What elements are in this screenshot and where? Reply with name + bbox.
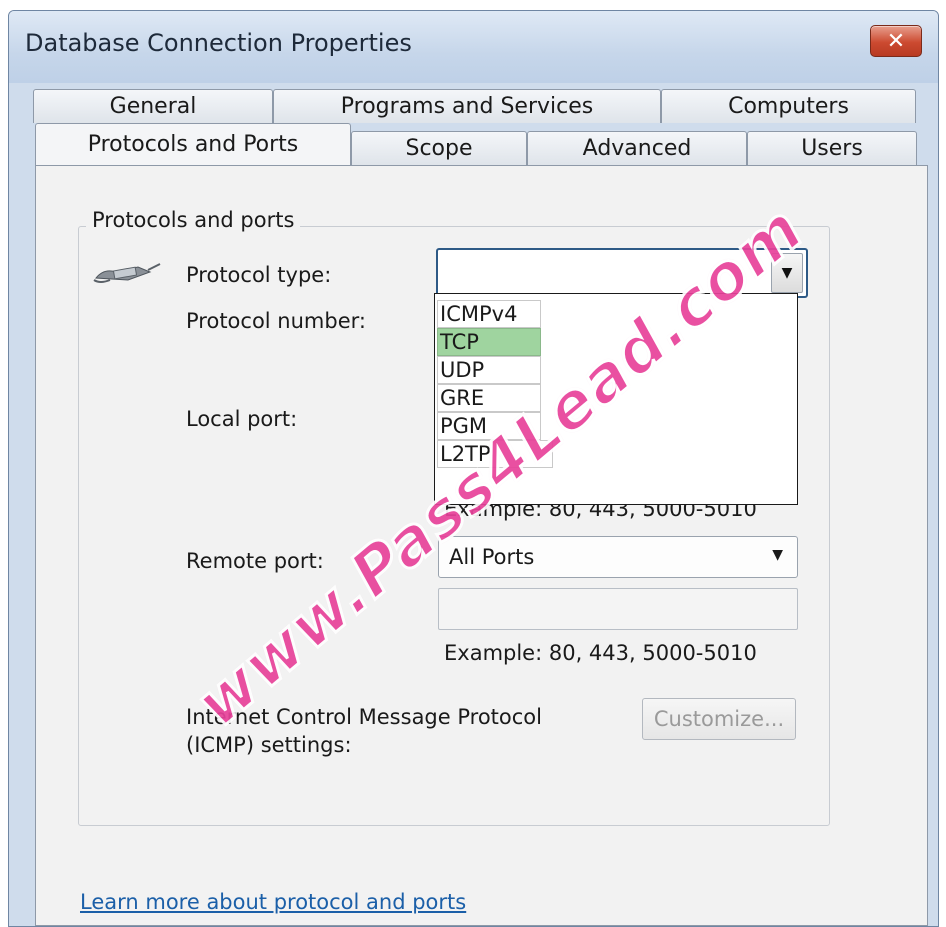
tab-programs-and-services[interactable]: Programs and Services <box>273 89 661 123</box>
group-label: Protocols and ports <box>86 208 301 232</box>
remote-port-input[interactable] <box>438 588 798 630</box>
icmp-label-line2: (ICMP) settings: <box>186 733 352 757</box>
dropdown-option-gre[interactable]: GRE <box>437 384 541 412</box>
protocol-number-label: Protocol number: <box>186 309 366 333</box>
title-bar[interactable]: Database Connection Properties ✕ <box>9 11 938 83</box>
protocol-type-combobox[interactable]: ▼ <box>436 248 808 298</box>
tab-general[interactable]: General <box>33 89 273 123</box>
tab-users[interactable]: Users <box>747 131 917 165</box>
dropdown-option-udp[interactable]: UDP <box>437 356 541 384</box>
chevron-down-icon: ▼ <box>781 265 793 281</box>
dialog-window: Database Connection Properties ✕ General… <box>8 10 939 927</box>
icmp-label-line1: Internet Control Message Protocol <box>186 705 542 729</box>
window-title: Database Connection Properties <box>25 29 412 57</box>
close-icon: ✕ <box>886 28 906 54</box>
network-cable-icon <box>92 258 162 288</box>
chevron-down-icon[interactable]: ▼ <box>772 547 783 563</box>
protocol-type-dropdown-button[interactable]: ▼ <box>771 253 803 293</box>
protocol-type-dropdown-list: ICMPv4 TCP UDP GRE PGM L2TP <box>434 293 798 505</box>
dropdown-option-tcp[interactable]: TCP <box>437 328 541 356</box>
tab-advanced[interactable]: Advanced <box>527 131 747 165</box>
tab-panel-protocols-and-ports: Protocols and ports Protocol type: ▼ Pro… <box>35 165 928 926</box>
close-button[interactable]: ✕ <box>870 25 922 57</box>
tab-scope[interactable]: Scope <box>351 131 527 165</box>
customize-button[interactable]: Customize... <box>642 698 796 740</box>
remote-port-label: Remote port: <box>186 549 324 573</box>
dropdown-option-pgm[interactable]: PGM <box>437 412 541 440</box>
protocol-type-label: Protocol type: <box>186 263 332 287</box>
dropdown-option-icmpv4[interactable]: ICMPv4 <box>437 300 541 328</box>
remote-port-example: Example: 80, 443, 5000-5010 <box>444 641 757 665</box>
tab-computers[interactable]: Computers <box>661 89 916 123</box>
remote-port-combobox[interactable]: All Ports ▼ <box>438 536 798 578</box>
remote-port-value: All Ports <box>449 545 535 569</box>
learn-more-link[interactable]: Learn more about protocol and ports <box>80 890 466 914</box>
local-port-label: Local port: <box>186 407 298 431</box>
dropdown-option-l2tp[interactable]: L2TP <box>437 440 553 468</box>
tab-protocols-and-ports[interactable]: Protocols and Ports <box>35 123 351 165</box>
